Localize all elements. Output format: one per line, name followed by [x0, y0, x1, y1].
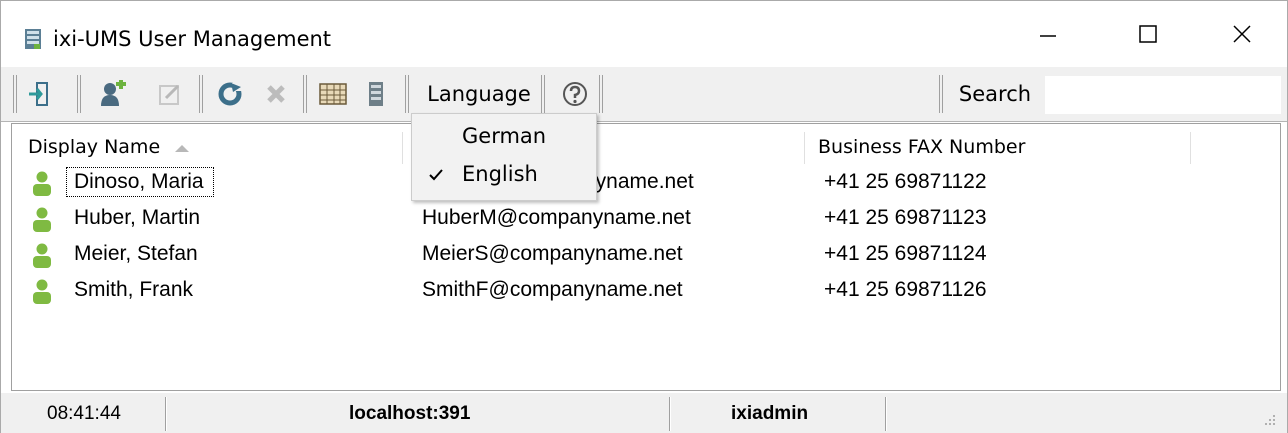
- display-name-cell: Smith, Frank: [74, 278, 194, 301]
- status-separator: [165, 397, 167, 431]
- table-row[interactable]: Smith, Frank SmithF@companyname.net +41 …: [12, 274, 1280, 310]
- minimize-button[interactable]: [1013, 1, 1083, 67]
- maximize-button[interactable]: [1113, 1, 1183, 67]
- status-separator: [669, 397, 671, 431]
- toolbar-separator: [77, 75, 81, 113]
- status-bar: 08:41:44 localhost:391 ixiadmin: [1, 393, 1287, 433]
- search-label-container: Search: [953, 74, 1037, 114]
- toolbar-separator: [199, 75, 203, 113]
- toolbar-separator: [303, 75, 307, 113]
- app-window: ixi-UMS User Management Language Search …: [0, 0, 1288, 433]
- toolbar-separator: [541, 75, 545, 113]
- email-cell: HuberM@companyname.net: [422, 206, 691, 229]
- table-row[interactable]: Huber, Martin HuberM@companyname.net +41…: [12, 202, 1280, 238]
- fax-cell: +41 25 69871122: [824, 170, 987, 193]
- language-label: Language: [427, 82, 531, 106]
- toolbar-separator: [405, 75, 409, 113]
- resize-grip-icon[interactable]: [1263, 413, 1277, 427]
- toolbar-separator: [939, 75, 943, 113]
- exit-button[interactable]: [23, 74, 53, 114]
- column-header-label: Business FAX Number: [818, 136, 1026, 158]
- menu-item-label: English: [462, 162, 538, 186]
- delete-button[interactable]: [261, 74, 291, 114]
- user-icon: [32, 279, 52, 305]
- help-button[interactable]: [555, 74, 595, 114]
- server-button[interactable]: [361, 74, 391, 114]
- edit-icon: [159, 84, 180, 105]
- add-user-icon: [101, 80, 126, 106]
- language-menu-button[interactable]: Language: [419, 74, 539, 114]
- display-name-cell: Huber, Martin: [74, 206, 201, 229]
- column-divider[interactable]: [1190, 132, 1191, 164]
- search-label: Search: [958, 82, 1032, 106]
- maximize-icon: [1139, 25, 1157, 43]
- refresh-button[interactable]: [213, 74, 247, 114]
- search-input[interactable]: [1045, 76, 1281, 114]
- sort-ascending-icon: [175, 145, 190, 152]
- menu-item-english[interactable]: English: [412, 156, 596, 192]
- status-time: 08:41:44: [47, 403, 121, 424]
- status-server: localhost:391: [349, 403, 471, 424]
- close-button[interactable]: [1207, 1, 1277, 67]
- toolbar-separator: [13, 75, 17, 113]
- title-bar[interactable]: ixi-UMS User Management: [1, 1, 1287, 67]
- edit-user-button[interactable]: [153, 74, 187, 114]
- table-icon: [319, 83, 347, 105]
- table-row[interactable]: Dinoso, Maria nyname.net +41 25 69871122: [12, 166, 1280, 202]
- checkmark-icon: [429, 169, 443, 181]
- user-list[interactable]: Display Name Business FAX Number Dinoso,…: [11, 123, 1281, 391]
- exit-icon: [29, 82, 48, 106]
- menu-item-german[interactable]: German: [412, 118, 596, 154]
- user-icon: [32, 207, 52, 233]
- add-user-button[interactable]: [95, 74, 131, 114]
- column-header-business-fax[interactable]: Business FAX Number: [818, 136, 1025, 158]
- user-icon: [32, 243, 52, 269]
- email-cell: SmithF@companyname.net: [422, 278, 683, 301]
- column-header-display-name[interactable]: Display Name: [28, 136, 190, 158]
- language-dropdown-menu: German English: [411, 113, 597, 201]
- help-icon: [563, 82, 587, 106]
- column-header-label: Display Name: [28, 136, 161, 158]
- app-server-icon: [25, 29, 41, 49]
- table-row[interactable]: Meier, Stefan MeierS@companyname.net +41…: [12, 238, 1280, 274]
- menu-item-label: German: [462, 124, 547, 148]
- refresh-icon: [218, 82, 242, 106]
- email-cell: MeierS@companyname.net: [422, 242, 683, 265]
- user-icon: [32, 171, 52, 197]
- email-cell: nyname.net: [584, 170, 694, 193]
- fax-cell: +41 25 69871124: [824, 242, 987, 265]
- column-divider[interactable]: [804, 132, 805, 164]
- window-title: ixi-UMS User Management: [53, 27, 332, 51]
- close-icon: [1233, 25, 1251, 43]
- fax-cell: +41 25 69871123: [824, 206, 987, 229]
- toolbar: Language Search: [1, 67, 1287, 122]
- status-separator: [885, 397, 887, 431]
- display-name-cell: Dinoso, Maria: [74, 170, 204, 193]
- columns-button[interactable]: [315, 74, 351, 114]
- display-name-cell: Meier, Stefan: [74, 242, 198, 265]
- toolbar-separator: [599, 75, 603, 113]
- fax-cell: +41 25 69871126: [824, 278, 987, 301]
- column-divider[interactable]: [402, 132, 403, 164]
- server-icon: [369, 82, 383, 106]
- minimize-icon: [1040, 35, 1056, 37]
- delete-icon: [267, 85, 285, 103]
- status-user: ixiadmin: [731, 403, 809, 424]
